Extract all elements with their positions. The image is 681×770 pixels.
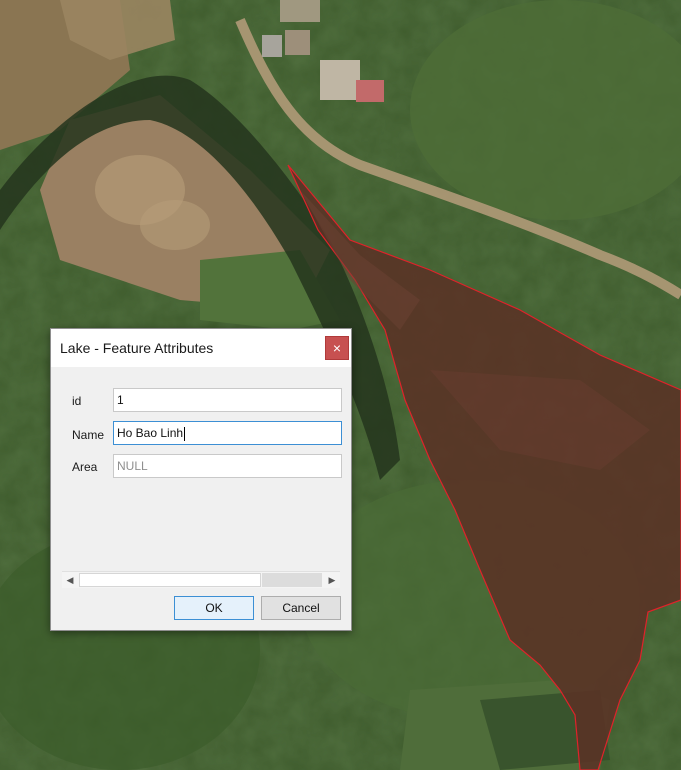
cancel-button[interactable]: Cancel — [261, 596, 341, 620]
dialog-title: Lake - Feature Attributes — [60, 340, 214, 356]
ok-button[interactable]: OK — [174, 596, 254, 620]
scroll-right-icon[interactable]: ▶ — [324, 572, 340, 588]
feature-attributes-dialog: Lake - Feature Attributes × id 1 Name Ho… — [50, 328, 352, 631]
name-label: Name — [72, 428, 105, 442]
id-label: id — [72, 394, 82, 408]
close-button[interactable]: × — [325, 336, 349, 360]
area-label: Area — [72, 460, 98, 474]
name-value: Ho Bao Linh — [117, 426, 184, 440]
scroll-left-icon[interactable]: ◀ — [62, 572, 78, 588]
id-field[interactable]: 1 — [113, 388, 342, 412]
area-field[interactable]: NULL — [113, 454, 342, 478]
scrollbar-track[interactable] — [262, 573, 322, 587]
id-value: 1 — [117, 393, 124, 407]
text-caret — [184, 426, 186, 441]
dialog-titlebar[interactable]: Lake - Feature Attributes × — [51, 329, 351, 367]
close-icon: × — [332, 340, 342, 356]
name-field[interactable]: Ho Bao Linh — [113, 421, 342, 445]
scrollbar-thumb[interactable] — [79, 573, 261, 587]
area-value: NULL — [117, 459, 148, 473]
horizontal-scrollbar[interactable]: ◀ ▶ — [62, 571, 340, 588]
